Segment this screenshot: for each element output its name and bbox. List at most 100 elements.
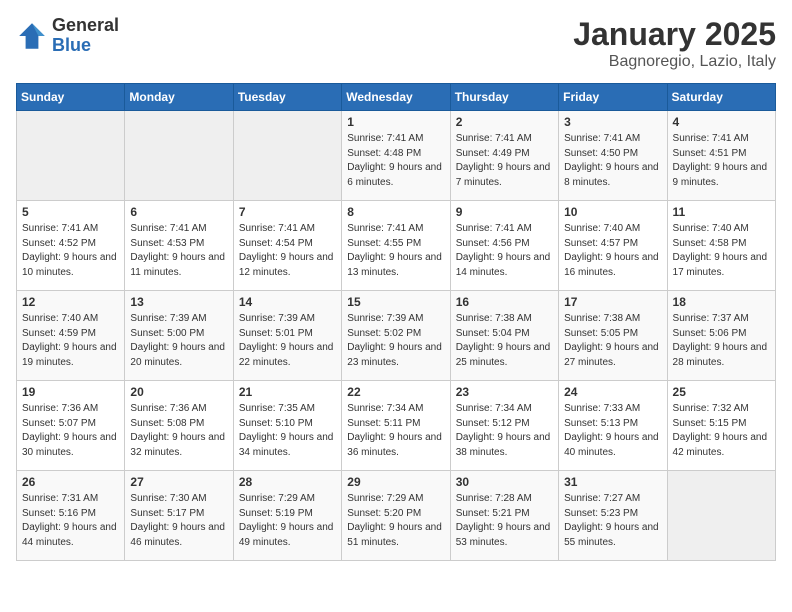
calendar-cell: 11 Sunrise: 7:40 AMSunset: 4:58 PMDayligh… — [667, 201, 775, 291]
weekday-header-row: SundayMondayTuesdayWednesdayThursdayFrid… — [17, 84, 776, 111]
calendar-cell: 2Sunrise: 7:41 AMSunset: 4:49 PMDaylight… — [450, 111, 558, 201]
day-info: Sunrise: 7:37 AMSunset: 5:06 PMDaylight:… — [673, 312, 770, 370]
calendar-cell: 30 Sunrise: 7:28 AMSunset: 5:21 PMDayligh… — [450, 471, 558, 561]
calendar-cell: 16 Sunrise: 7:38 AMSunset: 5:04 PMDayligh… — [450, 291, 558, 381]
day-number: 6 — [130, 205, 227, 219]
day-number: 27 — [130, 475, 227, 489]
day-info: Sunrise: 7:40 AMSunset: 4:59 PMDaylight:… — [22, 312, 119, 370]
calendar-cell: 26Sunrise: 7:31 AMSunset: 5:16 PMDayligh… — [17, 471, 125, 561]
calendar-cell — [17, 111, 125, 201]
week-row-3: 12 Sunrise: 7:40 AMSunset: 4:59 PMDayligh… — [17, 291, 776, 381]
day-number: 30 — [456, 475, 553, 489]
logo: General Blue — [16, 16, 119, 56]
calendar-cell: 19 Sunrise: 7:36 AMSunset: 5:07 PMDayligh… — [17, 381, 125, 471]
calendar-cell: 27 Sunrise: 7:30 AMSunset: 5:17 PMDayligh… — [125, 471, 233, 561]
calendar-cell: 29 Sunrise: 7:29 AMSunset: 5:20 PMDayligh… — [342, 471, 450, 561]
calendar-cell: 6 Sunrise: 7:41 AMSunset: 4:53 PMDaylight… — [125, 201, 233, 291]
day-number: 14 — [239, 295, 336, 309]
calendar-table: SundayMondayTuesdayWednesdayThursdayFrid… — [16, 83, 776, 561]
calendar-cell: 22 Sunrise: 7:34 AMSunset: 5:11 PMDayligh… — [342, 381, 450, 471]
day-number: 15 — [347, 295, 444, 309]
day-info: Sunrise: 7:41 AMSunset: 4:53 PMDaylight:… — [130, 222, 227, 280]
day-number: 25 — [673, 385, 770, 399]
logo-icon — [16, 20, 48, 52]
weekday-header-thursday: Thursday — [450, 84, 558, 111]
day-info: Sunrise: 7:32 AMSunset: 5:15 PMDaylight:… — [673, 402, 770, 460]
day-info: Sunrise: 7:38 AMSunset: 5:04 PMDaylight:… — [456, 312, 553, 370]
calendar-cell: 13 Sunrise: 7:39 AMSunset: 5:00 PMDayligh… — [125, 291, 233, 381]
calendar-cell: 14 Sunrise: 7:39 AMSunset: 5:01 PMDayligh… — [233, 291, 341, 381]
day-info: Sunrise: 7:35 AMSunset: 5:10 PMDaylight:… — [239, 402, 336, 460]
calendar-cell: 4 Sunrise: 7:41 AMSunset: 4:51 PMDaylight… — [667, 111, 775, 201]
day-number: 5 — [22, 205, 119, 219]
weekday-header-wednesday: Wednesday — [342, 84, 450, 111]
weekday-header-sunday: Sunday — [17, 84, 125, 111]
day-number: 22 — [347, 385, 444, 399]
calendar-cell: 18 Sunrise: 7:37 AMSunset: 5:06 PMDayligh… — [667, 291, 775, 381]
day-info: Sunrise: 7:34 AMSunset: 5:11 PMDaylight:… — [347, 402, 444, 460]
calendar-cell: 25 Sunrise: 7:32 AMSunset: 5:15 PMDayligh… — [667, 381, 775, 471]
day-info: Sunrise: 7:41 AMSunset: 4:54 PMDaylight:… — [239, 222, 336, 280]
week-row-4: 19 Sunrise: 7:36 AMSunset: 5:07 PMDayligh… — [17, 381, 776, 471]
day-info: Sunrise: 7:38 AMSunset: 5:05 PMDaylight:… — [564, 312, 661, 370]
logo-general: General — [52, 16, 119, 36]
calendar-cell: 9 Sunrise: 7:41 AMSunset: 4:56 PMDaylight… — [450, 201, 558, 291]
day-info: Sunrise: 7:41 AMSunset: 4:56 PMDaylight:… — [456, 222, 553, 280]
calendar-cell: 31 Sunrise: 7:27 AMSunset: 5:23 PMDayligh… — [559, 471, 667, 561]
day-number: 4 — [673, 115, 770, 129]
weekday-header-saturday: Saturday — [667, 84, 775, 111]
calendar-cell — [667, 471, 775, 561]
day-number: 16 — [456, 295, 553, 309]
calendar-cell: 24 Sunrise: 7:33 AMSunset: 5:13 PMDayligh… — [559, 381, 667, 471]
day-info: Sunrise: 7:41 AMSunset: 4:48 PMDaylight:… — [347, 132, 444, 190]
day-info: Sunrise: 7:40 AMSunset: 4:58 PMDaylight:… — [673, 222, 770, 280]
day-info: Sunrise: 7:33 AMSunset: 5:13 PMDaylight:… — [564, 402, 661, 460]
calendar-cell: 10Sunrise: 7:40 AMSunset: 4:57 PMDayligh… — [559, 201, 667, 291]
calendar-cell: 17Sunrise: 7:38 AMSunset: 5:05 PMDayligh… — [559, 291, 667, 381]
day-number: 29 — [347, 475, 444, 489]
day-info: Sunrise: 7:41 AMSunset: 4:51 PMDaylight:… — [673, 132, 770, 190]
day-info: Sunrise: 7:41 AMSunset: 4:50 PMDaylight:… — [564, 132, 661, 190]
day-info: Sunrise: 7:30 AMSunset: 5:17 PMDaylight:… — [130, 492, 227, 550]
month-title: January 2025 — [573, 16, 776, 53]
day-number: 9 — [456, 205, 553, 219]
day-number: 13 — [130, 295, 227, 309]
weekday-header-monday: Monday — [125, 84, 233, 111]
calendar-cell: 23Sunrise: 7:34 AMSunset: 5:12 PMDayligh… — [450, 381, 558, 471]
day-number: 10 — [564, 205, 661, 219]
day-info: Sunrise: 7:39 AMSunset: 5:01 PMDaylight:… — [239, 312, 336, 370]
weekday-header-tuesday: Tuesday — [233, 84, 341, 111]
day-info: Sunrise: 7:41 AMSunset: 4:55 PMDaylight:… — [347, 222, 444, 280]
day-number: 12 — [22, 295, 119, 309]
calendar-cell: 1 Sunrise: 7:41 AMSunset: 4:48 PMDaylight… — [342, 111, 450, 201]
day-number: 7 — [239, 205, 336, 219]
day-number: 20 — [130, 385, 227, 399]
calendar-cell — [125, 111, 233, 201]
calendar-cell: 12 Sunrise: 7:40 AMSunset: 4:59 PMDayligh… — [17, 291, 125, 381]
day-info: Sunrise: 7:29 AMSunset: 5:20 PMDaylight:… — [347, 492, 444, 550]
calendar-cell: 3Sunrise: 7:41 AMSunset: 4:50 PMDaylight… — [559, 111, 667, 201]
day-number: 18 — [673, 295, 770, 309]
day-number: 11 — [673, 205, 770, 219]
day-number: 31 — [564, 475, 661, 489]
day-number: 2 — [456, 115, 553, 129]
day-number: 24 — [564, 385, 661, 399]
day-info: Sunrise: 7:39 AMSunset: 5:00 PMDaylight:… — [130, 312, 227, 370]
logo-text: General Blue — [52, 16, 119, 56]
day-info: Sunrise: 7:28 AMSunset: 5:21 PMDaylight:… — [456, 492, 553, 550]
calendar-cell — [233, 111, 341, 201]
calendar-cell: 28Sunrise: 7:29 AMSunset: 5:19 PMDayligh… — [233, 471, 341, 561]
calendar-cell: 21Sunrise: 7:35 AMSunset: 5:10 PMDayligh… — [233, 381, 341, 471]
day-info: Sunrise: 7:36 AMSunset: 5:07 PMDaylight:… — [22, 402, 119, 460]
day-number: 26 — [22, 475, 119, 489]
calendar-cell: 20 Sunrise: 7:36 AMSunset: 5:08 PMDayligh… — [125, 381, 233, 471]
day-info: Sunrise: 7:39 AMSunset: 5:02 PMDaylight:… — [347, 312, 444, 370]
day-number: 19 — [22, 385, 119, 399]
calendar-cell: 15 Sunrise: 7:39 AMSunset: 5:02 PMDayligh… — [342, 291, 450, 381]
day-number: 1 — [347, 115, 444, 129]
day-info: Sunrise: 7:27 AMSunset: 5:23 PMDaylight:… — [564, 492, 661, 550]
title-block: January 2025 Bagnoregio, Lazio, Italy — [573, 16, 776, 71]
weekday-header-friday: Friday — [559, 84, 667, 111]
day-info: Sunrise: 7:36 AMSunset: 5:08 PMDaylight:… — [130, 402, 227, 460]
calendar-cell: 7 Sunrise: 7:41 AMSunset: 4:54 PMDaylight… — [233, 201, 341, 291]
